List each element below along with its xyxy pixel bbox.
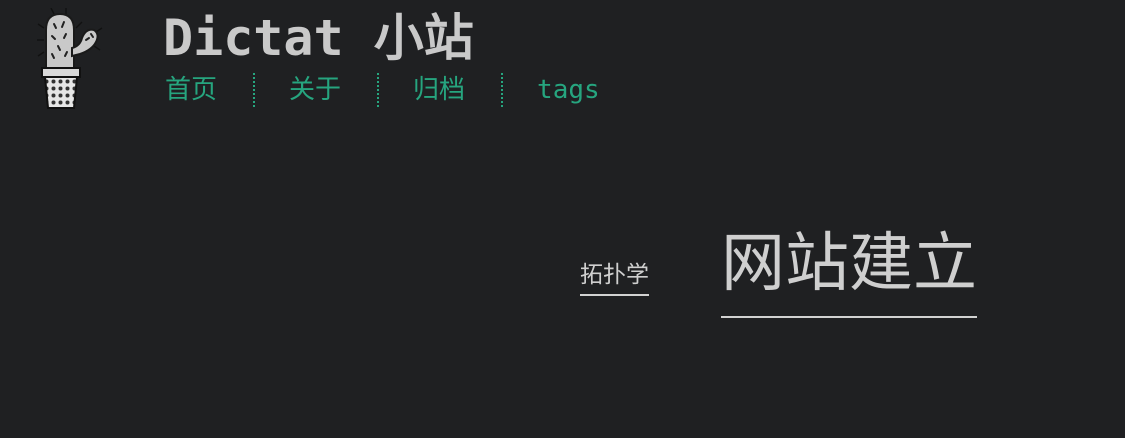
site-title[interactable]: Dictat 小站 <box>163 6 474 70</box>
nav-separator <box>253 73 256 107</box>
tag-link-website-building[interactable]: 网站建立 <box>721 222 977 318</box>
cactus-logo-icon[interactable] <box>36 7 106 112</box>
nav-home-link[interactable]: 首页 <box>165 72 217 108</box>
nav-separator <box>501 73 504 107</box>
nav-tags-link[interactable]: tags <box>537 72 600 108</box>
nav-separator <box>377 73 380 107</box>
nav-archive-link[interactable]: 归档 <box>413 72 465 108</box>
tag-link-topology[interactable]: 拓扑学 <box>580 258 649 296</box>
main-nav: 首页 关于 归档 tags <box>165 72 600 108</box>
nav-about-link[interactable]: 关于 <box>289 72 341 108</box>
